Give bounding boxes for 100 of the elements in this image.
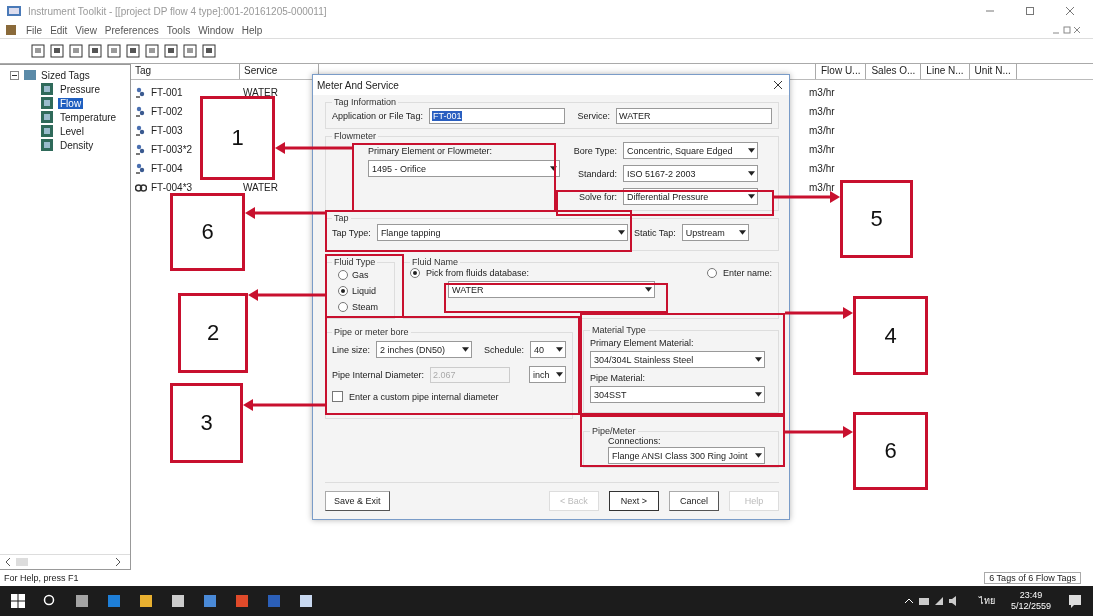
tree-item[interactable]: Temperature bbox=[58, 111, 119, 123]
notification-icon[interactable] bbox=[1067, 593, 1083, 609]
dialog-title: Meter And Service bbox=[317, 79, 399, 91]
clock-date: 5/12/2559 bbox=[1010, 601, 1051, 612]
window-title: Instrument Toolkit - [[project DP flow 4 type]:001-20161205-000011] bbox=[28, 5, 327, 17]
field-label: Connections: bbox=[608, 436, 662, 446]
radio-button[interactable] bbox=[338, 269, 348, 280]
table-cell: WATER bbox=[243, 87, 278, 98]
caret-icon bbox=[461, 347, 469, 352]
radio-label[interactable]: Steam bbox=[352, 302, 378, 313]
radio-label[interactable]: Enter name: bbox=[722, 268, 772, 278]
dropdown[interactable]: Upstream bbox=[681, 224, 749, 241]
table-cell[interactable]: FT-004 bbox=[151, 163, 183, 174]
field-label: Static Tap: bbox=[633, 227, 676, 238]
column-header[interactable]: Line N... bbox=[921, 64, 970, 79]
menu-item[interactable]: Preferences bbox=[104, 24, 159, 36]
dropdown[interactable]: 304/304L Stainless Steel bbox=[590, 351, 765, 368]
table-cell: WATER bbox=[243, 182, 278, 193]
input-field[interactable]: FT-001 bbox=[428, 108, 565, 124]
caret-icon bbox=[550, 166, 557, 171]
scroll-left-icon[interactable] bbox=[4, 557, 12, 567]
tree-item[interactable]: Level bbox=[58, 125, 86, 137]
callout-box: 2 bbox=[178, 293, 248, 373]
field-label: Application or File Tag: bbox=[332, 111, 423, 121]
callout-box: 6 bbox=[170, 193, 245, 271]
caret-icon bbox=[755, 357, 762, 362]
clock-time: 23:49 bbox=[1019, 590, 1043, 601]
menu-item[interactable]: Help bbox=[241, 24, 263, 36]
field-label: Tap Type: bbox=[332, 227, 371, 238]
maximize-icon[interactable] bbox=[1025, 6, 1035, 16]
table-cell: m3/hr bbox=[809, 144, 835, 155]
caret-icon bbox=[645, 287, 652, 292]
caret-icon bbox=[556, 347, 563, 352]
dialog-button[interactable]: Cancel bbox=[669, 491, 719, 511]
status-text: For Help, press F1 bbox=[4, 573, 79, 583]
column-header[interactable]: Unit N... bbox=[969, 64, 1017, 79]
category-icon bbox=[40, 82, 54, 96]
menu-item[interactable]: View bbox=[75, 24, 97, 36]
dropdown[interactable]: 40 bbox=[530, 341, 566, 358]
dropdown[interactable]: 1495 - Orifice bbox=[368, 160, 560, 177]
dropdown[interactable]: ISO 5167-2 2003 bbox=[623, 165, 758, 182]
radio-button[interactable] bbox=[706, 268, 717, 278]
restore-icon[interactable] bbox=[1051, 25, 1081, 35]
group-title: Tap bbox=[333, 213, 350, 223]
callout-arrow bbox=[774, 191, 840, 203]
table-cell[interactable]: FT-004*3 bbox=[151, 182, 193, 193]
column-header[interactable]: Sales O... bbox=[866, 64, 922, 79]
callout-box: 4 bbox=[853, 296, 928, 375]
dropdown[interactable]: 2 inches (DN50) bbox=[376, 341, 472, 358]
dropdown[interactable]: Flange tapping bbox=[376, 224, 628, 241]
tree-item[interactable]: Sized Tags bbox=[41, 69, 90, 81]
checkbox[interactable] bbox=[332, 391, 343, 402]
scroll-right-icon[interactable] bbox=[114, 557, 122, 567]
collapse-icon[interactable] bbox=[10, 70, 19, 80]
table-cell: m3/hr bbox=[809, 163, 835, 174]
column-header[interactable]: Tag bbox=[131, 64, 240, 79]
linked-tags-icon bbox=[135, 181, 147, 194]
column-header[interactable]: Flow U... bbox=[816, 64, 867, 79]
callout-arrow bbox=[785, 426, 853, 438]
field-label: Service: bbox=[577, 111, 610, 121]
dropdown[interactable]: 304SST bbox=[590, 386, 765, 403]
callout-box: 6 bbox=[853, 412, 928, 490]
menu-item[interactable]: Window bbox=[198, 24, 234, 36]
close-icon[interactable] bbox=[773, 80, 783, 90]
field-label: Solve for: bbox=[577, 191, 617, 202]
radio-button[interactable] bbox=[338, 302, 348, 313]
radio-button[interactable] bbox=[338, 286, 348, 296]
menu-item[interactable]: File bbox=[26, 24, 43, 36]
menu-item[interactable]: Tools bbox=[166, 24, 191, 36]
dialog-button[interactable]: Next > bbox=[609, 491, 659, 511]
caret-icon bbox=[748, 194, 755, 199]
radio-label[interactable]: Liquid bbox=[352, 286, 377, 296]
table-cell[interactable]: FT-002 bbox=[151, 106, 183, 117]
dropdown[interactable]: inch bbox=[529, 366, 566, 383]
windows-logo-icon[interactable] bbox=[10, 593, 26, 609]
input-language[interactable]: ไทย bbox=[978, 594, 995, 608]
table-cell: m3/hr bbox=[809, 182, 835, 193]
table-cell[interactable]: FT-003 bbox=[151, 125, 183, 136]
field-label: Standard: bbox=[576, 168, 617, 179]
table-cell[interactable]: FT-001 bbox=[151, 87, 183, 98]
field-label: Pipe Material: bbox=[590, 373, 647, 383]
dropdown[interactable]: Flange ANSI Class 300 Ring Joint bbox=[608, 447, 765, 464]
tree-item[interactable]: Pressure bbox=[58, 83, 102, 95]
menu-item[interactable]: Edit bbox=[50, 24, 68, 36]
tree-item[interactable]: Density bbox=[58, 139, 96, 151]
dropdown[interactable]: Concentric, Square Edged bbox=[623, 142, 758, 159]
caret-icon bbox=[748, 148, 755, 153]
radio-button[interactable] bbox=[410, 268, 420, 278]
input-field[interactable]: WATER bbox=[616, 108, 772, 124]
tree-item[interactable]: Flow bbox=[58, 97, 84, 109]
radio-label[interactable]: Pick from fluids database: bbox=[426, 268, 530, 278]
table-cell[interactable]: FT-003*2 bbox=[151, 144, 193, 155]
caret-icon bbox=[738, 230, 746, 235]
checkbox-label[interactable]: Enter a custom pipe internal diameter bbox=[349, 391, 499, 402]
radio-label[interactable]: Gas bbox=[352, 269, 369, 280]
scrollbar-thumb[interactable] bbox=[16, 558, 28, 566]
caret-icon bbox=[755, 392, 762, 397]
caret-icon bbox=[748, 171, 755, 176]
field-label: Schedule: bbox=[483, 344, 524, 355]
dialog-button[interactable]: Save & Exit bbox=[325, 491, 390, 511]
